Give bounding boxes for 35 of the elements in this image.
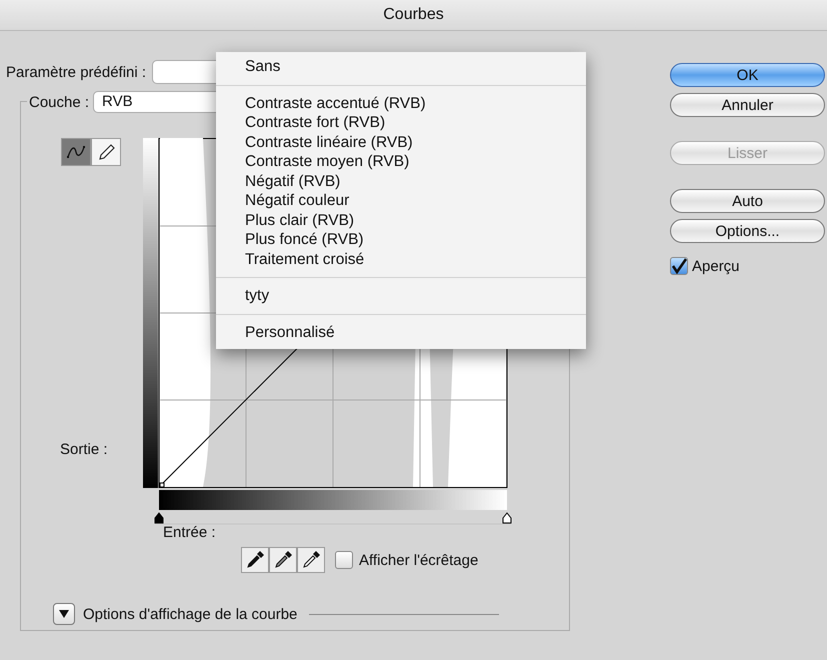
output-label: Sortie : [60, 441, 109, 458]
curve-icon [65, 143, 87, 161]
triangle-icon [59, 610, 69, 618]
window-title: Courbes [383, 6, 444, 24]
eyedropper-tool[interactable] [297, 547, 325, 573]
eyedropper-tool[interactable] [269, 547, 297, 573]
input-label: Entrée : [163, 524, 217, 541]
pencil-tool[interactable] [91, 138, 121, 166]
dialog-button[interactable]: Auto [670, 189, 825, 213]
menu-item[interactable]: Contraste moyen (RVB) [216, 152, 586, 172]
clipping-label: Afficher l'écrêtage [359, 552, 478, 568]
menu-item[interactable]: Contraste linéaire (RVB) [216, 132, 586, 152]
display-options-label: Options d'affichage de la courbe [83, 606, 298, 622]
dialog-button[interactable]: Annuler [670, 93, 825, 117]
menu-item[interactable]: Personnalisé [216, 322, 586, 342]
menu-item[interactable]: Négatif couleur [216, 191, 586, 210]
preset-label: Paramètre prédéfini : [6, 64, 146, 80]
clipping-checkbox[interactable] [335, 551, 353, 569]
input-slider-handle[interactable] [154, 512, 164, 524]
disclosure-button[interactable] [53, 603, 75, 625]
input-slider-handle[interactable] [502, 512, 512, 524]
channel-label: Couche : [29, 94, 90, 110]
dialog-button[interactable]: Options... [670, 219, 825, 243]
curve-tool[interactable] [61, 138, 91, 166]
preview-checkbox[interactable] [670, 257, 688, 275]
menu-item[interactable]: Plus clair (RVB) [216, 210, 586, 230]
menu-item[interactable]: Traitement croisé [216, 250, 586, 269]
default-button[interactable]: OK [670, 63, 825, 87]
menu-item[interactable]: tyty [216, 286, 586, 306]
eyedropper-tool[interactable] [241, 547, 269, 573]
menu-item[interactable]: Contraste fort (RVB) [216, 113, 586, 132]
menu-item[interactable]: Plus foncé (RVB) [216, 230, 586, 250]
menu-item[interactable]: Sans [216, 57, 586, 76]
menu-item[interactable]: Négatif (RVB) [216, 172, 586, 191]
preview-label: Aperçu [692, 258, 740, 274]
